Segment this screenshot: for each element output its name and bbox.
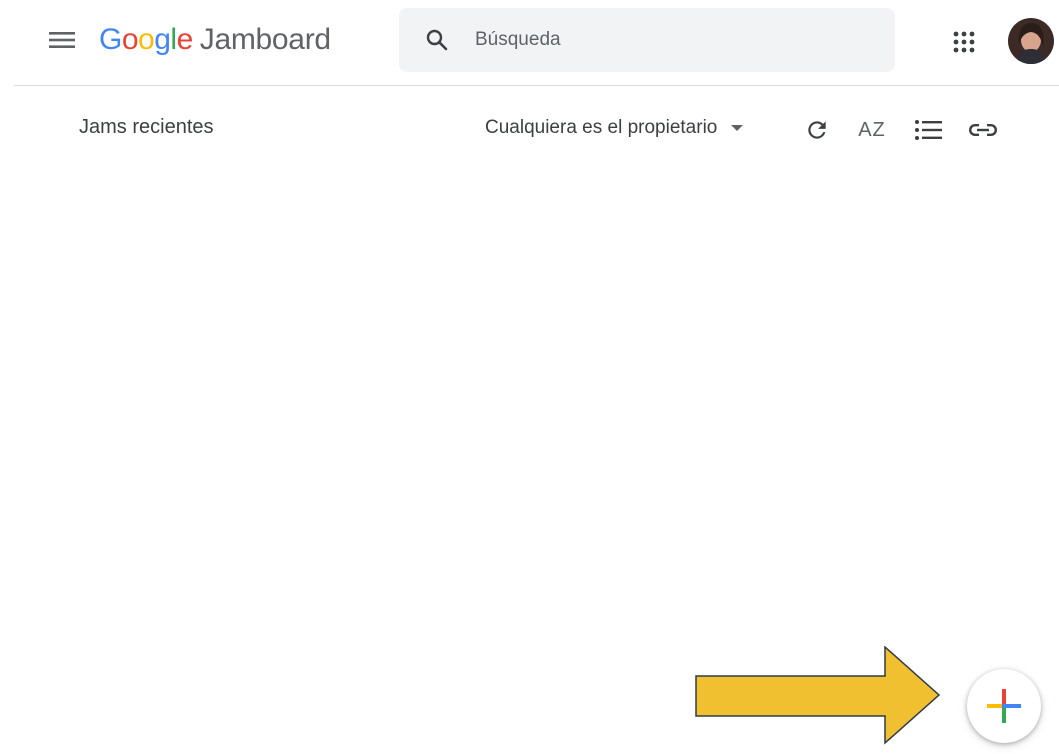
link-icon [969,124,997,136]
copy-link-button[interactable] [965,112,1001,148]
header-divider [14,85,1059,86]
sort-az-icon: AZ [858,118,886,141]
refresh-icon [808,121,826,139]
new-jam-button[interactable] [967,669,1041,743]
owner-filter-dropdown[interactable]: Cualquiera es el propietario [485,117,744,139]
product-name: Jamboard [199,23,331,56]
google-apps-button[interactable] [944,22,984,62]
user-avatar[interactable] [1008,18,1054,64]
search-input[interactable] [473,28,857,52]
sort-button[interactable]: AZ [854,112,890,148]
main-menu-button[interactable] [44,22,80,58]
pointer-arrow [695,646,941,745]
list-view-button[interactable] [910,112,946,148]
jamboard-logo[interactable]: Google Jamboard [99,20,331,60]
refresh-button[interactable] [799,112,835,148]
search-bar[interactable] [399,8,895,72]
search-icon[interactable] [423,26,451,54]
section-title: Jams recientes [79,116,214,138]
apps-grid-icon [953,31,975,53]
google-wordmark: Google [99,23,193,56]
owner-filter-label: Cualquiera es el propietario [485,117,718,138]
caret-down-icon [731,125,744,131]
add-plus-icon [987,689,1021,723]
menu-icon [49,32,75,48]
list-view-icon [915,120,942,140]
